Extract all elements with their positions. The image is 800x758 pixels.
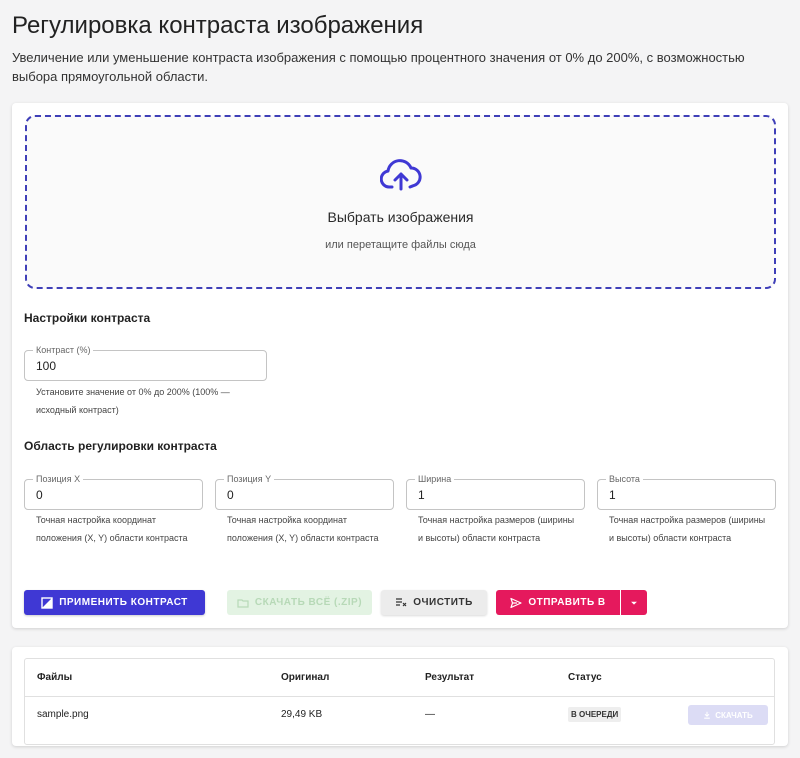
settings-card: Выбрать изображения или перетащите файлы… <box>12 103 788 628</box>
height-label: Высота <box>606 474 643 484</box>
column-header-result: Результат <box>425 672 475 683</box>
files-table: Файлы Оригинал Результат Статус sample.p… <box>24 658 775 745</box>
column-header-files: Файлы <box>37 672 73 683</box>
clear-label: ОЧИСТИТЬ <box>413 597 473 608</box>
files-card: Файлы Оригинал Результат Статус sample.p… <box>12 647 788 746</box>
dropzone-title: Выбрать изображения <box>327 209 474 225</box>
position-x-field[interactable]: Позиция X 0 <box>24 474 203 510</box>
position-y-field[interactable]: Позиция Y 0 <box>215 474 394 510</box>
table-divider <box>25 696 774 697</box>
caret-down-icon <box>631 601 637 605</box>
clear-button[interactable]: ОЧИСТИТЬ <box>381 590 487 615</box>
position-y-helper: Точная настройка координат положения (X,… <box>227 515 379 543</box>
download-zip-label: СКАЧАТЬ ВСЁ (.ZIP) <box>254 597 363 608</box>
position-x-input[interactable]: 0 <box>36 488 178 502</box>
dropzone-subtitle: или перетащите файлы сюда <box>325 239 476 251</box>
position-x-label: Позиция X <box>33 474 84 484</box>
page-title: Регулировка контраста изображения <box>12 12 424 39</box>
position-x-helper: Точная настройка координат положения (X,… <box>36 515 188 543</box>
region-title: Область регулировки контраста <box>24 439 217 453</box>
download-zip-button[interactable]: СКАЧАТЬ ВСЁ (.ZIP) <box>227 590 372 615</box>
file-result: — <box>425 709 435 720</box>
contrast-field-label: Контраст (%) <box>33 345 94 355</box>
download-icon <box>704 711 711 719</box>
send-to-button[interactable]: ОТПРАВИТЬ В <box>496 590 620 615</box>
column-header-original: Оригинал <box>281 672 330 683</box>
page-description: Увеличение или уменьшение контраста изоб… <box>12 50 745 84</box>
apply-contrast-button[interactable]: ПРИМЕНИТЬ КОНТРАСТ <box>24 590 205 615</box>
file-dropzone[interactable]: Выбрать изображения или перетащите файлы… <box>25 115 776 289</box>
send-to-dropdown-button[interactable] <box>621 590 647 615</box>
folder-zip-icon <box>237 598 249 608</box>
status-badge: В ОЧЕРЕДИ <box>568 707 622 722</box>
send-to-label: ОТПРАВИТЬ В <box>528 597 606 608</box>
download-file-label: СКАЧАТЬ <box>715 710 753 720</box>
column-header-status: Статус <box>568 672 602 683</box>
height-input[interactable]: 1 <box>609 488 751 502</box>
width-label: Ширина <box>415 474 455 484</box>
contrast-helper: Установите значение от 0% до 200% (100% … <box>36 387 230 415</box>
position-y-input[interactable]: 0 <box>227 488 369 502</box>
height-field[interactable]: Высота 1 <box>597 474 776 510</box>
apply-contrast-label: ПРИМЕНИТЬ КОНТРАСТ <box>59 597 188 608</box>
contrast-input[interactable]: 100 <box>36 359 229 373</box>
contrast-settings-title: Настройки контраста <box>24 311 151 325</box>
file-original-size: 29,49 KB <box>281 709 323 720</box>
send-icon <box>510 597 522 608</box>
contrast-field[interactable]: Контраст (%) 100 <box>24 345 267 381</box>
clear-list-icon <box>396 597 407 606</box>
width-input[interactable]: 1 <box>418 488 560 502</box>
cloud-upload-icon <box>380 159 422 191</box>
width-field[interactable]: Ширина 1 <box>406 474 585 510</box>
contrast-icon <box>41 596 53 609</box>
file-name: sample.png <box>37 709 89 720</box>
download-file-button[interactable]: СКАЧАТЬ <box>688 705 768 725</box>
width-helper: Точная настройка размеров (ширины и высо… <box>418 515 575 543</box>
position-y-label: Позиция Y <box>224 474 275 484</box>
height-helper: Точная настройка размеров (ширины и высо… <box>609 515 766 543</box>
